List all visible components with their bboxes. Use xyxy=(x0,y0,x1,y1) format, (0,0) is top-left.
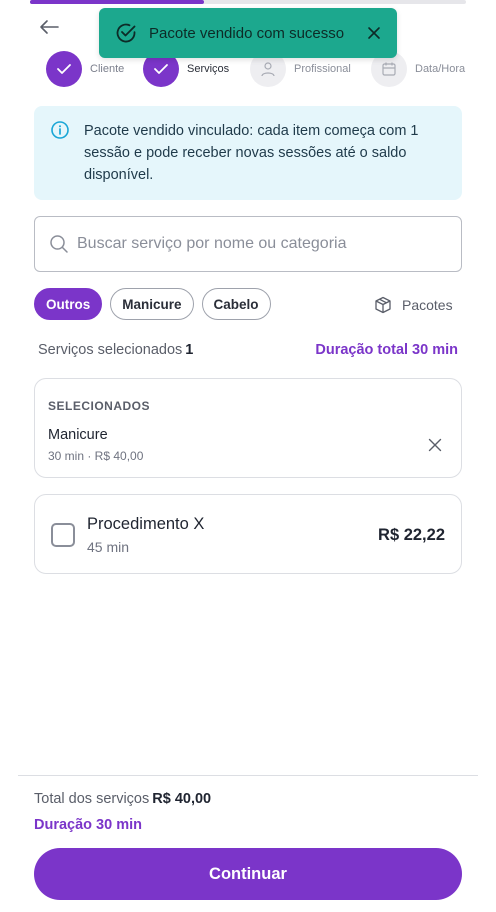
total-services: Total dos serviços R$ 40,00 xyxy=(34,791,211,807)
step-label: Cliente xyxy=(90,63,125,75)
check-icon xyxy=(57,64,71,74)
user-icon xyxy=(261,62,275,77)
search-field[interactable] xyxy=(34,216,462,272)
selected-item-name: Manicure xyxy=(48,427,108,443)
service-item[interactable]: Procedimento X 45 min R$ 22,22 xyxy=(34,494,462,574)
chip-outros[interactable]: Outros xyxy=(34,288,103,320)
total-duration: Duração total 30 min xyxy=(315,342,458,358)
toast-message: Pacote vendido com sucesso xyxy=(149,24,345,42)
close-icon xyxy=(428,438,442,452)
step-label: Serviços xyxy=(187,63,230,75)
search-icon xyxy=(50,235,68,253)
chip-manicure[interactable]: Manicure xyxy=(110,288,194,320)
progress-fill xyxy=(30,0,205,4)
info-icon xyxy=(51,121,69,139)
total-value: R$ 40,00 xyxy=(152,791,212,807)
check-circle-icon xyxy=(115,22,137,44)
chip-cabelo[interactable]: Cabelo xyxy=(201,288,271,320)
selected-services-card: SELECIONADOS Manicure 30 min · R$ 40,00 xyxy=(34,378,462,478)
service-price: R$ 22,22 xyxy=(378,526,445,544)
step-circle xyxy=(46,51,82,87)
packages-button[interactable]: Pacotes xyxy=(374,296,453,314)
selected-count: 1 xyxy=(185,342,194,358)
check-icon xyxy=(154,64,168,74)
service-checkbox[interactable] xyxy=(51,523,75,547)
package-icon xyxy=(375,296,391,314)
service-duration: 45 min xyxy=(87,539,130,555)
progress-bar xyxy=(30,0,466,4)
selected-count-text: Serviços selecionados 1 xyxy=(38,342,193,358)
toast-close-button[interactable] xyxy=(363,22,385,44)
section-title: SELECIONADOS xyxy=(48,399,151,413)
total-label: Total dos serviços xyxy=(34,791,150,807)
footer-duration: Duração 30 min xyxy=(34,817,142,833)
step-label: Data/Hora xyxy=(415,63,466,75)
close-icon xyxy=(368,27,380,39)
selected-item-meta: 30 min · R$ 40,00 xyxy=(48,449,144,463)
selection-summary: Serviços selecionados 1 Duração total 30 … xyxy=(38,342,458,360)
continue-button[interactable]: Continuar xyxy=(34,848,462,900)
success-toast: Pacote vendido com sucesso xyxy=(99,8,397,58)
service-name: Procedimento X xyxy=(87,515,205,533)
info-banner: Pacote vendido vinculado: cada item come… xyxy=(34,106,462,200)
search-input[interactable] xyxy=(77,235,437,253)
category-filters: Outros Manicure Cabelo xyxy=(34,288,279,320)
footer-divider xyxy=(18,775,478,776)
calendar-icon xyxy=(382,62,396,76)
info-text: Pacote vendido vinculado: cada item come… xyxy=(84,123,419,183)
packages-label: Pacotes xyxy=(402,297,453,313)
remove-selected-button[interactable] xyxy=(425,435,445,455)
back-button[interactable] xyxy=(36,14,62,40)
arrow-left-icon xyxy=(40,20,59,34)
step-label: Profissional xyxy=(294,63,351,75)
selected-label: Serviços selecionados xyxy=(38,342,183,358)
